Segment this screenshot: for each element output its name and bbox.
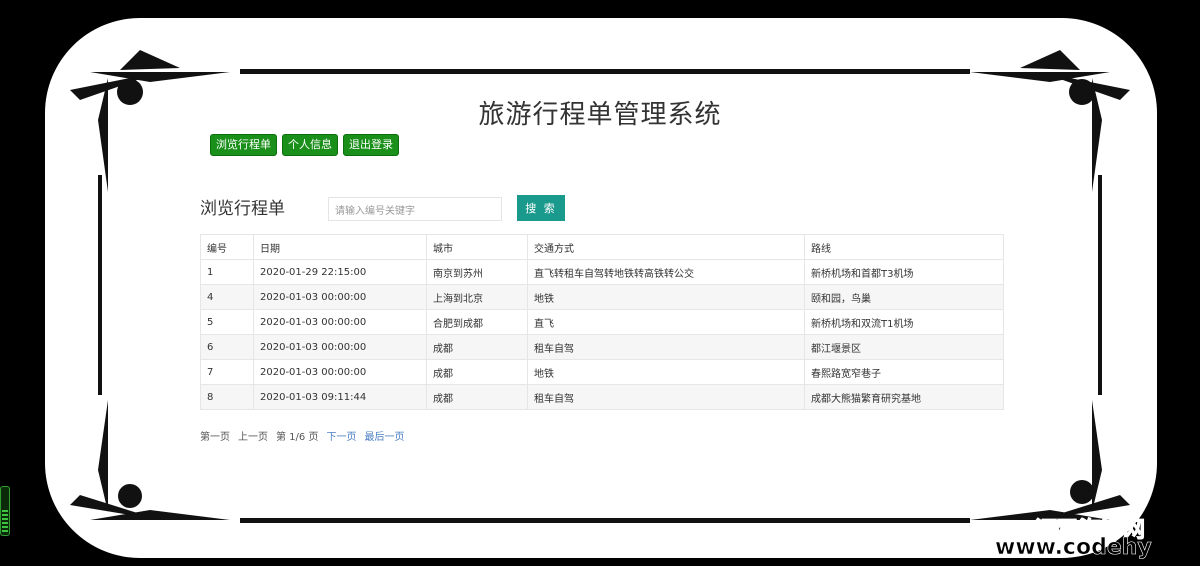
cell-city: 合肥到成都 [426, 309, 528, 335]
cell-transport: 直飞 [527, 309, 805, 335]
pager-status: 第 1/6 页 [276, 432, 319, 443]
cell-route: 成都大熊猫繁育研究基地 [804, 384, 1004, 410]
pagination: 第一页 上一页 第 1/6 页 下一页 最后一页 [200, 428, 404, 443]
search-input[interactable]: 请输入编号关键字 [328, 197, 502, 221]
pager-first[interactable]: 第一页 [200, 428, 230, 443]
cell-transport: 租车自驾 [527, 334, 805, 360]
cell-city: 成都 [426, 334, 528, 360]
screenshot-stage: 旅游行程单管理系统 浏览行程单 个人信息 退出登录 浏览行程单 请输入编号关键字… [0, 0, 1200, 566]
nav-browse-itinerary-button[interactable]: 浏览行程单 [210, 134, 277, 156]
cell-transport: 租车自驾 [527, 384, 805, 410]
column-header-route: 路线 [804, 234, 1004, 260]
column-header-id: 编号 [200, 234, 254, 260]
table-row[interactable]: 8 2020-01-03 09:11:44 成都 租车自驾 成都大熊猫繁育研究基… [200, 384, 1004, 410]
section-title: 浏览行程单 [200, 199, 285, 219]
pager-next-link[interactable]: 下一页 [326, 428, 356, 443]
table-row[interactable]: 4 2020-01-03 00:00:00 上海到北京 地铁 颐和园，鸟巢 [200, 284, 1004, 310]
pager-last-link[interactable]: 最后一页 [364, 428, 404, 443]
side-level-indicator [0, 486, 10, 536]
cell-id: 8 [200, 384, 254, 410]
top-nav: 浏览行程单 个人信息 退出登录 [210, 134, 399, 156]
cell-route: 春熙路宽窄巷子 [804, 359, 1004, 385]
cell-route: 都江堰景区 [804, 334, 1004, 360]
watermark-line2: www.codehy [995, 535, 1152, 561]
search-button[interactable]: 搜 索 [517, 195, 565, 221]
cell-id: 4 [200, 284, 254, 310]
cell-route: 颐和园，鸟巢 [804, 284, 1004, 310]
table-row[interactable]: 1 2020-01-29 22:15:00 南京到苏州 直飞转租车自驾转地铁转高… [200, 259, 1004, 285]
cell-date: 2020-01-03 00:00:00 [253, 334, 427, 360]
cell-date: 2020-01-03 00:00:00 [253, 284, 427, 310]
cell-city: 南京到苏州 [426, 259, 528, 285]
cell-date: 2020-01-03 00:00:00 [253, 309, 427, 335]
cell-route: 新桥机场和首都T3机场 [804, 259, 1004, 285]
cell-date: 2020-01-03 09:11:44 [253, 384, 427, 410]
pager-prev[interactable]: 上一页 [238, 428, 268, 443]
cell-route: 新桥机场和双流T1机场 [804, 309, 1004, 335]
table-row[interactable]: 7 2020-01-03 00:00:00 成都 地铁 春熙路宽窄巷子 [200, 359, 1004, 385]
itinerary-table: 编号 日期 城市 交通方式 路线 1 2020-01-29 22:15:00 南… [200, 234, 1004, 410]
cell-id: 1 [200, 259, 254, 285]
column-header-date: 日期 [253, 234, 427, 260]
table-header-row: 编号 日期 城市 交通方式 路线 [200, 234, 1004, 260]
cell-transport: 地铁 [527, 359, 805, 385]
cell-city: 成都 [426, 384, 528, 410]
cell-date: 2020-01-03 00:00:00 [253, 359, 427, 385]
cell-id: 7 [200, 359, 254, 385]
app-title: 旅游行程单管理系统 [478, 100, 722, 130]
indicator-fill [2, 510, 8, 534]
cell-transport: 地铁 [527, 284, 805, 310]
nav-profile-button[interactable]: 个人信息 [282, 134, 338, 156]
nav-logout-button[interactable]: 退出登录 [343, 134, 399, 156]
table-row[interactable]: 5 2020-01-03 00:00:00 合肥到成都 直飞 新桥机场和双流T1… [200, 309, 1004, 335]
cell-transport: 直飞转租车自驾转地铁转高铁转公交 [527, 259, 805, 285]
column-header-city: 城市 [426, 234, 528, 260]
cell-city: 成都 [426, 359, 528, 385]
table-row[interactable]: 6 2020-01-03 00:00:00 成都 租车自驾 都江堰景区 [200, 334, 1004, 360]
column-header-transport: 交通方式 [527, 234, 805, 260]
cell-city: 上海到北京 [426, 284, 528, 310]
cell-id: 6 [200, 334, 254, 360]
cell-date: 2020-01-29 22:15:00 [253, 259, 427, 285]
cell-id: 5 [200, 309, 254, 335]
